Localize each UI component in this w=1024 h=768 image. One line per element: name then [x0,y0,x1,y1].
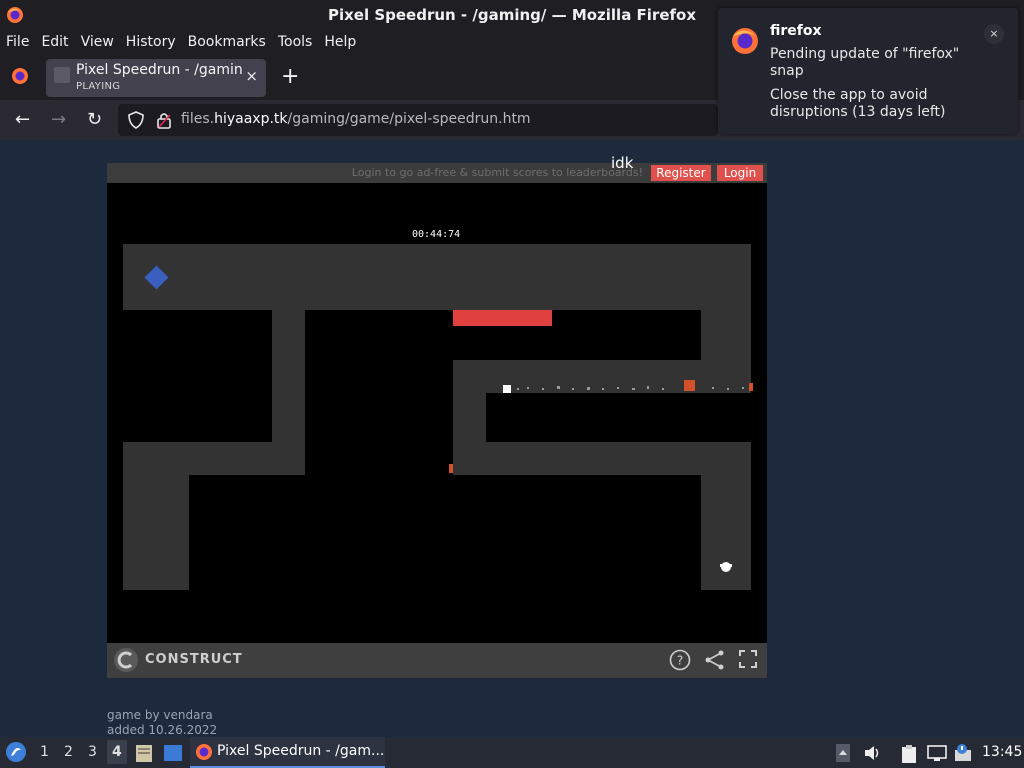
tab-playing-label: PLAYING [76,81,121,92]
help-icon[interactable]: ? [669,649,691,671]
game-canvas[interactable] [107,183,767,643]
firefox-icon [732,28,758,54]
url-bar[interactable]: files.hiyaaxp.tk/gaming/game/pixel-speed… [118,104,718,136]
update-notifier-icon[interactable] [954,744,972,762]
network-icon[interactable] [927,744,947,762]
url-text[interactable]: files.hiyaaxp.tk/gaming/game/pixel-speed… [181,111,531,127]
workspace-4[interactable]: 4 [107,740,127,764]
menu-history[interactable]: History [120,34,182,50]
forward-button[interactable]: → [51,109,66,130]
fullscreen-icon[interactable] [738,649,758,669]
url-host: hiyaaxp.tk [214,111,288,127]
workspace-2[interactable]: 2 [64,744,73,760]
back-button[interactable]: ← [15,109,30,130]
player-square [503,385,511,393]
notification-body: Close the app to avoid disruptions (13 d… [770,87,946,120]
help-glyph: ? [677,654,683,668]
hazard-block [453,310,552,326]
url-prefix: files. [181,111,215,127]
notification-title: Pending update of "firefox" snap [770,46,960,79]
tray-up-icon[interactable] [836,744,850,762]
credits-author: game by vendara [107,708,213,722]
menu-bookmarks[interactable]: Bookmarks [182,34,272,50]
taskbar: 1 2 3 4 Pixel Speedrun - /gam... 13:45 [0,737,1024,768]
volume-icon[interactable] [863,744,881,762]
share-icon[interactable] [704,649,726,671]
menu-edit[interactable]: Edit [35,34,74,50]
login-message: Login to go ad-free & submit scores to l… [351,166,643,179]
tracking-shield-icon[interactable] [128,111,144,129]
workspace-1[interactable]: 1 [40,744,49,760]
start-menu-icon[interactable] [5,741,27,763]
update-notification[interactable]: firefox Pending update of "firefox" snap… [718,8,1018,134]
taskbar-firefox-task[interactable]: Pixel Speedrun - /gam... [190,737,385,768]
construct-bar: CONSTRUCT ? [107,643,767,678]
construct-label: CONSTRUCT [145,652,243,667]
firefox-view-icon[interactable] [11,67,29,85]
notification-close-button[interactable]: × [984,24,1004,44]
game-frame: Login to go ad-free & submit scores to l… [107,163,767,678]
firefox-icon [196,744,212,760]
window-title: Pixel Speedrun - /gaming/ — Mozilla Fire… [327,6,697,24]
overlay-idk-text: idk [611,154,634,172]
game-timer: 00:44:74 [412,229,461,240]
workspace-3[interactable]: 3 [88,744,97,760]
credits-date: added 10.26.2022 [107,723,218,737]
notification-app-name: firefox [770,23,822,39]
tab-pixel-speedrun[interactable]: Pixel Speedrun - /gaming PLAYING × [46,59,266,97]
clipboard-icon[interactable] [900,744,918,764]
taskbar-task-label: Pixel Speedrun - /gam... [217,743,385,759]
file-manager-icon[interactable] [135,743,153,763]
tab-close-icon[interactable]: × [245,67,258,85]
show-desktop-icon[interactable] [163,744,183,762]
game-credits: game by vendara added 10.26.2022 [107,708,217,738]
enemy-block [684,380,695,391]
url-path: /gaming/game/pixel-speedrun.htm [287,111,531,127]
lock-icon[interactable] [156,111,172,129]
register-button[interactable]: Register [651,165,711,181]
tab-title: Pixel Speedrun - /gaming [76,62,242,78]
construct-logo-icon [114,648,138,672]
edge-marker [449,464,453,473]
page-content: Login to go ad-free & submit scores to l… [0,140,1024,737]
reload-button[interactable]: ↻ [87,109,102,130]
edge-marker [749,383,753,391]
menu-tools[interactable]: Tools [272,34,319,50]
menu-help[interactable]: Help [318,34,362,50]
firefox-icon [7,7,23,23]
tab-favicon-icon [54,67,70,83]
game-topbar: Login to go ad-free & submit scores to l… [107,163,767,183]
menu-view[interactable]: View [75,34,120,50]
clock: 13:45 [982,744,1023,760]
login-button[interactable]: Login [717,165,763,181]
new-tab-button[interactable]: + [281,64,299,89]
menu-file[interactable]: File [0,34,35,50]
